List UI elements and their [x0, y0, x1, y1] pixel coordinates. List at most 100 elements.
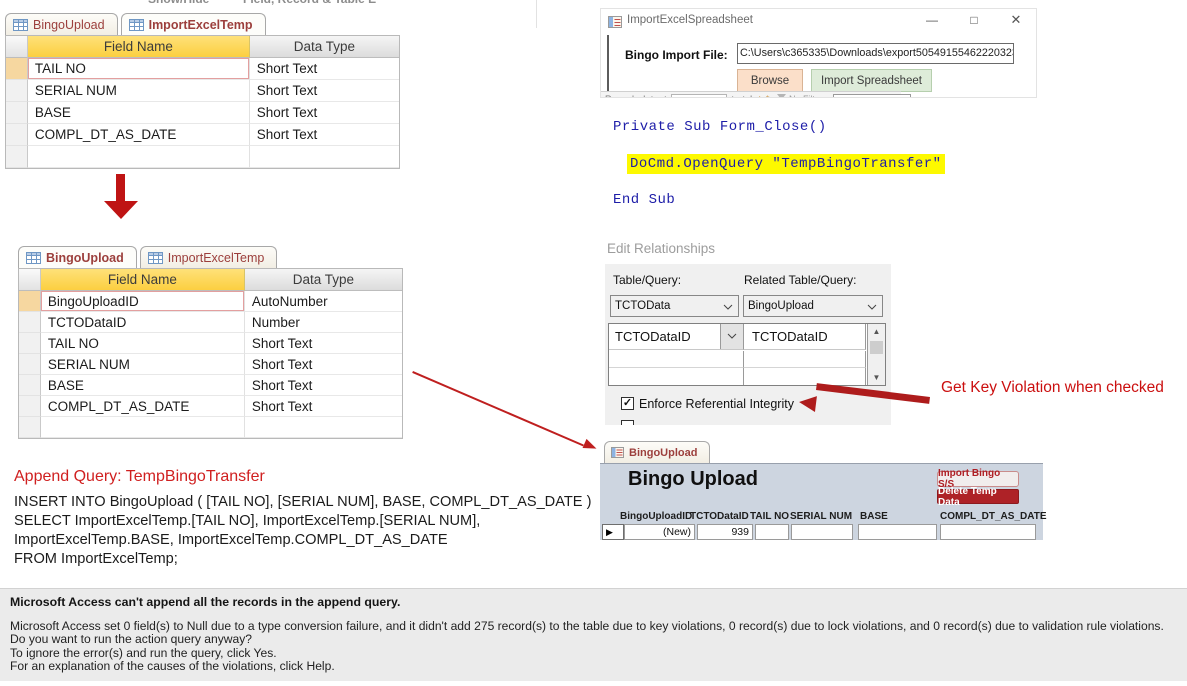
compl-dt-cell[interactable]: [940, 524, 1036, 540]
tailno-cell[interactable]: [755, 524, 789, 540]
row-selector[interactable]: [19, 375, 41, 396]
dropdown-value: TCTOData: [615, 300, 671, 312]
field-name-cell[interactable]: [27, 146, 250, 168]
first-record-icon[interactable]: I◀: [643, 94, 652, 97]
scroll-up-icon[interactable]: ▲: [868, 324, 885, 339]
field-name-cell[interactable]: TCTODataID: [40, 312, 245, 333]
form-icon: [611, 447, 624, 458]
no-filter-label[interactable]: No Filter: [789, 94, 823, 97]
next-record-icon[interactable]: ▶: [732, 94, 739, 97]
table-icon: [147, 251, 163, 264]
data-type-cell[interactable]: Short Text: [244, 354, 403, 375]
bingo-import-file-input[interactable]: C:\Users\c365335\Downloads\export5054915…: [737, 43, 1014, 64]
minimize-button[interactable]: —: [921, 11, 943, 29]
field-name-cell[interactable]: COMPL_DT_AS_DATE: [40, 396, 245, 417]
row-selector[interactable]: [6, 58, 28, 80]
row-selector[interactable]: [6, 80, 28, 102]
tab-importexceltemp[interactable]: ImportExcelTemp: [139, 246, 278, 268]
record-selector[interactable]: ▶: [602, 524, 624, 540]
maximize-button[interactable]: □: [963, 11, 985, 29]
field-name-cell[interactable]: SERIAL NUM: [40, 354, 245, 375]
new-record-icon[interactable]: ▶*: [759, 94, 769, 97]
table-row: COMPL_DT_AS_DATE Short Text: [19, 396, 403, 417]
last-record-icon[interactable]: ▶I: [743, 94, 752, 97]
browse-button[interactable]: Browse: [737, 69, 803, 92]
tab-bingoupload[interactable]: BingoUpload: [5, 13, 118, 35]
field-name-cell[interactable]: BASE: [27, 102, 250, 124]
row-selector[interactable]: [19, 312, 41, 333]
scrollbar-thumb[interactable]: [870, 341, 883, 354]
delete-temp-data-button[interactable]: Delete Temp Data: [937, 486, 1019, 508]
close-button[interactable]: ✕: [1005, 11, 1027, 29]
field-name-cell[interactable]: TAIL NO: [27, 58, 250, 80]
vba-code-editor[interactable]: Private Sub Form_Close() DoCmd.OpenQuery…: [613, 119, 1033, 219]
data-type-cell[interactable]: Short Text: [244, 396, 403, 417]
base-cell[interactable]: [858, 524, 937, 540]
table-query-dropdown[interactable]: TCTOData: [610, 295, 739, 317]
join-row-empty[interactable]: [609, 368, 744, 385]
cascade-checkbox-partial[interactable]: [621, 420, 634, 425]
tab-label: ImportExcelTemp: [167, 250, 265, 265]
append-warning-message: Microsoft Access can't append all the re…: [0, 588, 1187, 681]
filter-funnel-icon: [777, 94, 786, 97]
field-name-cell[interactable]: BASE: [40, 375, 245, 396]
import-spreadsheet-button[interactable]: Import Spreadsheet: [811, 69, 932, 92]
table-row: SERIAL NUM Short Text: [6, 80, 399, 102]
row-selector[interactable]: [19, 354, 41, 375]
data-type-cell[interactable]: Short Text: [249, 58, 399, 80]
data-type-cell[interactable]: Short Text: [244, 333, 403, 354]
row-selector[interactable]: [19, 333, 41, 354]
field-name-cell[interactable]: SERIAL NUM: [27, 80, 250, 102]
data-type-cell[interactable]: [244, 417, 403, 438]
serialnum-cell[interactable]: [791, 524, 853, 540]
warning-line: For an explanation of the causes of the …: [10, 659, 335, 674]
data-type-cell[interactable]: Short Text: [249, 80, 399, 102]
append-query-annotation: Append Query: TempBingoTransfer INSERT I…: [14, 468, 591, 569]
field-grid: Field Name Data Type BingoUploadID AutoN…: [18, 268, 403, 439]
table-row: TAIL NO Short Text: [19, 333, 403, 354]
tab-importexceltemp[interactable]: ImportExcelTemp: [120, 13, 266, 35]
row-selector[interactable]: [19, 291, 41, 312]
join-field-right[interactable]: TCTODataID: [744, 324, 866, 350]
join-row-empty[interactable]: [744, 351, 866, 368]
row-selector[interactable]: [19, 417, 41, 438]
data-type-cell[interactable]: [249, 146, 399, 168]
join-field-dropdown-button[interactable]: [720, 324, 743, 349]
row-selector[interactable]: [6, 146, 28, 168]
field-name-cell[interactable]: [40, 417, 245, 438]
scroll-down-icon[interactable]: ▼: [868, 370, 885, 385]
search-input[interactable]: Search: [833, 94, 911, 97]
chevron-down-icon: [723, 304, 733, 310]
tab-bingoupload-form[interactable]: BingoUpload: [604, 441, 711, 463]
data-type-cell[interactable]: Short Text: [249, 102, 399, 124]
data-type-cell[interactable]: Number: [244, 312, 403, 333]
field-name-header: Field Name: [27, 36, 250, 58]
ribbon-separator: [536, 0, 537, 28]
grid-scrollbar[interactable]: ▲ ▼: [867, 324, 885, 385]
field-name-cell[interactable]: BingoUploadID: [40, 291, 245, 312]
append-query-title: Append Query: TempBingoTransfer: [14, 468, 265, 485]
enforce-referential-integrity-checkbox[interactable]: ✓: [621, 397, 634, 410]
table-row: BingoUploadID AutoNumber: [19, 291, 403, 312]
edit-relationships-panel: Table/Query: Related Table/Query: TCTODa…: [605, 264, 891, 425]
tab-label: BingoUpload: [33, 17, 105, 32]
enforce-referential-integrity-label: Enforce Referential Integrity: [639, 397, 794, 411]
tab-bingoupload[interactable]: BingoUpload: [18, 246, 137, 268]
document-tabs: BingoUpload ImportExcelTemp: [5, 12, 400, 35]
join-row-empty[interactable]: [744, 368, 866, 385]
grid-header: Field Name Data Type: [19, 269, 402, 291]
bingouploadid-cell[interactable]: (New): [624, 524, 695, 540]
previous-record-icon[interactable]: ◀: [659, 94, 666, 97]
field-name-cell[interactable]: TAIL NO: [40, 333, 245, 354]
row-selector[interactable]: [6, 102, 28, 124]
record-number-box[interactable]: [671, 94, 727, 97]
field-name-cell[interactable]: COMPL_DT_AS_DATE: [27, 124, 250, 146]
related-table-query-dropdown[interactable]: BingoUpload: [743, 295, 883, 317]
data-type-cell[interactable]: Short Text: [244, 375, 403, 396]
data-type-cell[interactable]: Short Text: [249, 124, 399, 146]
row-selector[interactable]: [19, 396, 41, 417]
row-selector[interactable]: [6, 124, 28, 146]
tctodataid-cell[interactable]: 939: [697, 524, 753, 540]
data-type-cell[interactable]: AutoNumber: [244, 291, 403, 312]
join-row-empty[interactable]: [609, 351, 744, 368]
